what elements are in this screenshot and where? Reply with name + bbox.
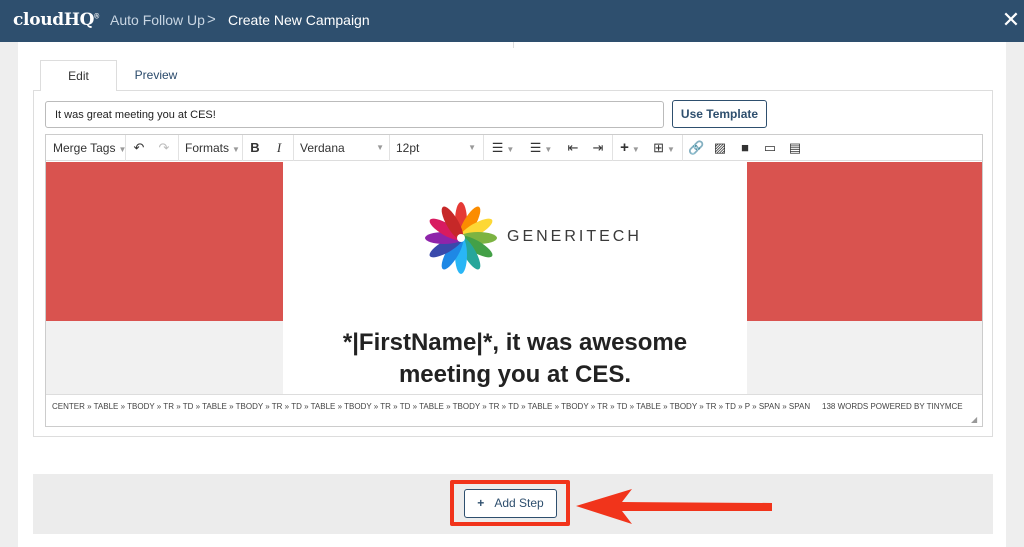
email-editor: Merge Tags ▼ ↶ ↷ Formats ▼ B I Verdana ▼ 12… bbox=[45, 134, 983, 427]
email-headline: *|FirstName|*, it was awesome meeting yo… bbox=[283, 327, 747, 391]
merge-tags-dropdown[interactable]: Merge Tags ▼ bbox=[53, 135, 126, 161]
email-body: GENERITECH *|FirstName|*, it was awesome… bbox=[283, 162, 747, 394]
divider bbox=[483, 135, 484, 161]
cloudhq-logo[interactable]: cloudHQ® bbox=[13, 10, 99, 30]
word-count: 138 WORDS POWERED BY TINYMCE bbox=[822, 402, 963, 411]
divider bbox=[612, 135, 613, 161]
tab-edit[interactable]: Edit bbox=[40, 60, 117, 91]
redo-icon[interactable]: ↷ bbox=[156, 135, 172, 161]
email-canvas[interactable]: GENERITECH *|FirstName|*, it was awesome… bbox=[46, 162, 982, 394]
divider bbox=[682, 135, 683, 161]
chevron-right-icon: > bbox=[207, 11, 216, 28]
table-icon[interactable]: ⊞ ▼ bbox=[651, 135, 677, 161]
flower-logo-icon bbox=[425, 202, 497, 274]
divider bbox=[513, 42, 514, 48]
close-icon[interactable]: ✕ bbox=[1001, 9, 1021, 31]
divider bbox=[293, 135, 294, 161]
video-icon[interactable]: ■ bbox=[737, 135, 753, 161]
divider bbox=[178, 135, 179, 161]
subject-input[interactable] bbox=[45, 101, 664, 128]
brand-name: GENERITECH bbox=[507, 228, 642, 245]
add-step-button[interactable]: + Add Step bbox=[464, 489, 557, 518]
outdent-icon[interactable]: ⇤ bbox=[565, 135, 581, 161]
bold-button[interactable]: B bbox=[247, 135, 263, 161]
headline-line-2: meeting you at CES. bbox=[398, 361, 632, 388]
link-icon[interactable]: 🔗 bbox=[688, 135, 704, 161]
arrow-left-icon bbox=[576, 489, 772, 524]
editor-toolbar: Merge Tags ▼ ↶ ↷ Formats ▼ B I Verdana ▼ 12… bbox=[46, 135, 982, 161]
app-header: cloudHQ® Auto Follow Up > Create New Cam… bbox=[0, 0, 1024, 42]
undo-icon[interactable]: ↶ bbox=[131, 135, 147, 161]
indent-icon[interactable]: ⇥ bbox=[590, 135, 606, 161]
header-banner-left bbox=[46, 162, 283, 321]
formats-dropdown[interactable]: Formats ▼ bbox=[185, 135, 240, 161]
use-template-button[interactable]: Use Template bbox=[672, 100, 767, 128]
headline-line-1: *|FirstName|*, it was awesome bbox=[342, 329, 688, 356]
screen-icon[interactable]: ▭ bbox=[762, 135, 778, 161]
numbered-list-icon[interactable]: ☰ ▼ bbox=[527, 135, 555, 161]
breadcrumb-current-page: Create New Campaign bbox=[228, 12, 370, 28]
font-family-select[interactable]: Verdana ▼ bbox=[300, 135, 384, 161]
element-path[interactable]: CENTER » TABLE » TBODY » TR » TD » TABLE… bbox=[52, 402, 812, 411]
divider bbox=[125, 135, 126, 161]
generitech-logo: GENERITECH bbox=[423, 200, 639, 276]
italic-button[interactable]: I bbox=[271, 135, 287, 161]
image-icon[interactable]: ▨ bbox=[712, 135, 728, 161]
tab-preview[interactable]: Preview bbox=[122, 60, 190, 90]
media-icon[interactable]: ▤ bbox=[787, 135, 803, 161]
divider bbox=[389, 135, 390, 161]
insert-icon[interactable]: + ▼ bbox=[617, 135, 643, 161]
resize-handle-icon[interactable]: ◢ bbox=[971, 415, 979, 424]
font-size-select[interactable]: 12pt ▼ bbox=[396, 135, 476, 161]
breadcrumb-auto-follow-up[interactable]: Auto Follow Up bbox=[110, 12, 205, 28]
divider bbox=[242, 135, 243, 161]
editor-statusbar: CENTER » TABLE » TBODY » TR » TD » TABLE… bbox=[46, 394, 982, 426]
header-banner-right bbox=[747, 162, 982, 321]
bullet-list-icon[interactable]: ☰ ▼ bbox=[489, 135, 517, 161]
